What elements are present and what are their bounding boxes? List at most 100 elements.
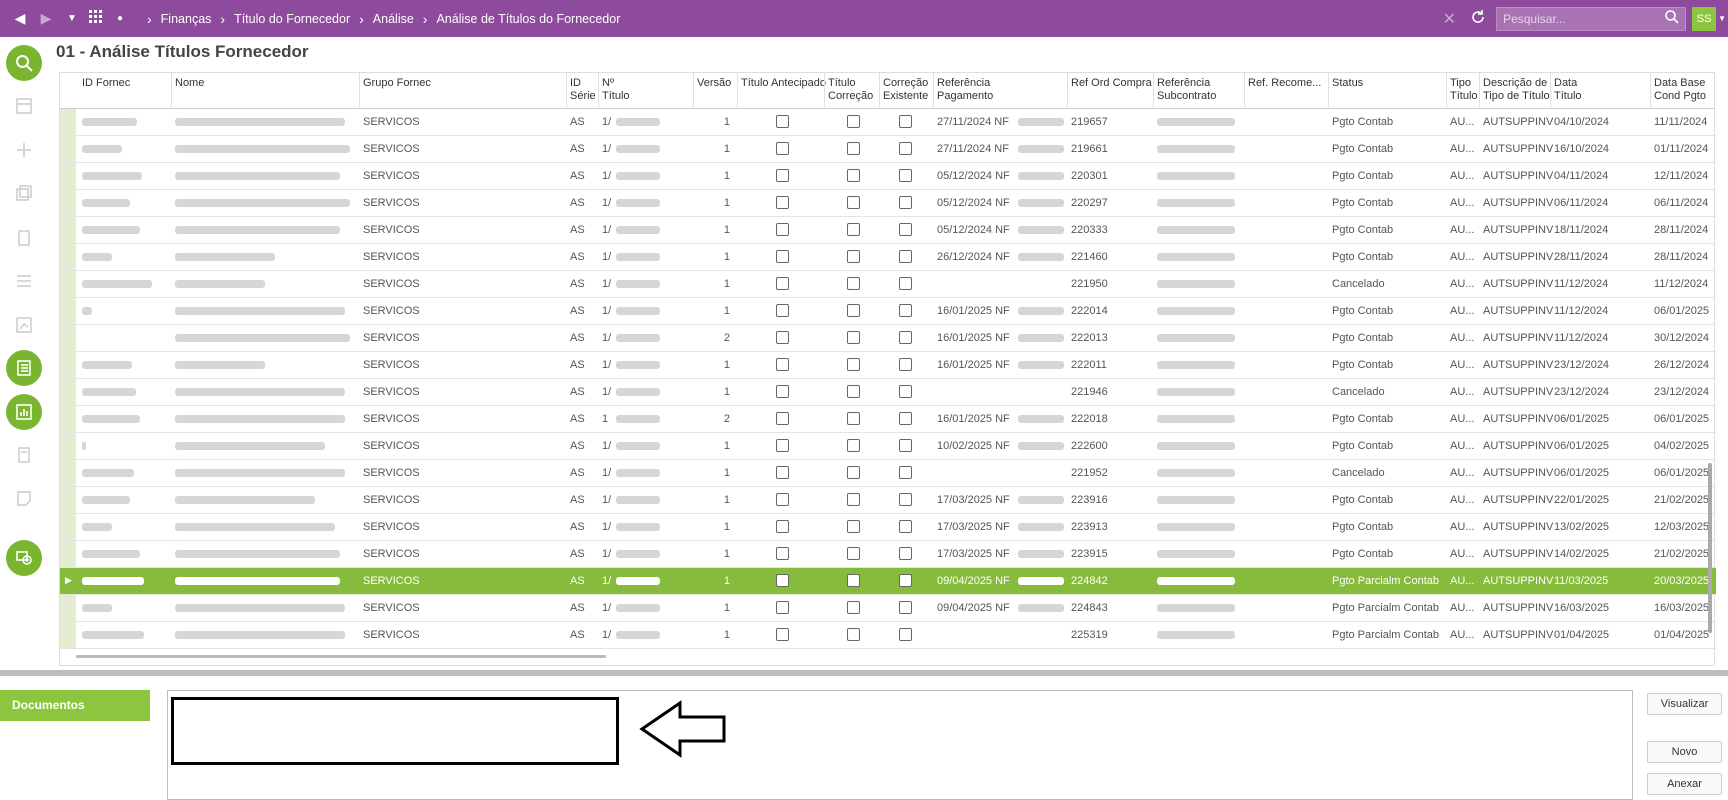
- delete-icon[interactable]: [8, 222, 40, 254]
- table-row[interactable]: SERVICOS AS 1/05/12/2024 NF 220297 Pgto Cont…: [60, 190, 1716, 217]
- column-header[interactable]: Descrição de Tipo de Título: [1483, 77, 1550, 103]
- version-cell[interactable]: 1: [710, 170, 730, 182]
- search-icon[interactable]: [6, 45, 42, 81]
- column-separator[interactable]: [1328, 73, 1329, 109]
- series-cell[interactable]: AS: [570, 197, 585, 209]
- column-separator[interactable]: [824, 73, 825, 109]
- table-row[interactable]: SERVICOS AS 1/09/04/2025 NF 224843 Pgto Parc…: [60, 595, 1716, 622]
- prepaid-invoice-checkbox[interactable]: [776, 628, 789, 641]
- existing-correction-checkbox[interactable]: [899, 223, 912, 236]
- horizontal-scrollbar[interactable]: [76, 655, 606, 658]
- column-header[interactable]: ID Fornec: [82, 77, 130, 90]
- existing-correction-checkbox[interactable]: [899, 574, 912, 587]
- column-header[interactable]: Referência Pagamento: [937, 77, 993, 103]
- invoice-date-cell[interactable]: 28/11/2024: [1554, 251, 1608, 263]
- version-cell[interactable]: 1: [710, 467, 730, 479]
- prepaid-invoice-checkbox[interactable]: [776, 601, 789, 614]
- invoice-type-description-cell[interactable]: AUTSUPPINV: [1483, 116, 1553, 128]
- invoice-date-cell[interactable]: 06/01/2025: [1554, 440, 1609, 452]
- correction-invoice-checkbox[interactable]: [847, 115, 860, 128]
- table-row[interactable]: SERVICOS AS 1/10/02/2025 NF 222600 Pgto Cont…: [60, 433, 1716, 460]
- correction-invoice-checkbox[interactable]: [847, 277, 860, 290]
- version-cell[interactable]: 1: [710, 197, 730, 209]
- close-icon[interactable]: ✕: [1443, 9, 1456, 29]
- version-cell[interactable]: 1: [710, 305, 730, 317]
- existing-correction-checkbox[interactable]: [899, 385, 912, 398]
- invoice-number-cell[interactable]: 1/: [602, 386, 611, 398]
- details-list-icon[interactable]: [6, 350, 42, 386]
- invoice-number-cell[interactable]: 1/: [602, 359, 611, 371]
- version-cell[interactable]: 1: [710, 629, 730, 641]
- status-cell[interactable]: Pgto Contab: [1332, 332, 1393, 344]
- existing-correction-checkbox[interactable]: [899, 142, 912, 155]
- prepaid-invoice-checkbox[interactable]: [776, 142, 789, 155]
- series-cell[interactable]: AS: [570, 494, 585, 506]
- group-cell[interactable]: SERVICOS: [363, 548, 420, 560]
- invoice-type-description-cell[interactable]: AUTSUPPINV: [1483, 548, 1553, 560]
- prepaid-invoice-checkbox[interactable]: [776, 466, 789, 479]
- invoice-type-description-cell[interactable]: AUTSUPPINV: [1483, 575, 1553, 587]
- series-cell[interactable]: AS: [570, 440, 585, 452]
- status-cell[interactable]: Pgto Contab: [1332, 143, 1393, 155]
- correction-invoice-checkbox[interactable]: [847, 466, 860, 479]
- group-cell[interactable]: SERVICOS: [363, 413, 420, 425]
- payment-reference-cell[interactable]: 26/12/2024 NF: [937, 251, 1010, 263]
- table-row[interactable]: SERVICOS AS 1/17/03/2025 NF 223913 Pgto Cont…: [60, 514, 1716, 541]
- list-icon[interactable]: [8, 265, 40, 297]
- purchase-order-ref-cell[interactable]: 219661: [1071, 143, 1108, 155]
- payment-reference-cell[interactable]: 27/11/2024 NF: [937, 143, 1009, 155]
- column-header[interactable]: Tipo Título: [1450, 77, 1478, 103]
- invoice-type-cell[interactable]: AU...: [1450, 629, 1474, 641]
- invoice-type-cell[interactable]: AU...: [1450, 467, 1474, 479]
- version-cell[interactable]: 1: [710, 359, 730, 371]
- purchase-order-ref-cell[interactable]: 221952: [1071, 467, 1108, 479]
- column-header[interactable]: Nº Título: [602, 77, 630, 103]
- row-selector[interactable]: [60, 109, 76, 135]
- invoice-date-cell[interactable]: 14/02/2025: [1554, 548, 1609, 560]
- group-cell[interactable]: SERVICOS: [363, 170, 420, 182]
- existing-correction-checkbox[interactable]: [899, 547, 912, 560]
- prepaid-invoice-checkbox[interactable]: [776, 520, 789, 533]
- payment-reference-cell[interactable]: 16/01/2025 NF: [937, 332, 1010, 344]
- version-cell[interactable]: 2: [710, 413, 730, 425]
- group-cell[interactable]: SERVICOS: [363, 629, 420, 641]
- payment-base-date-cell[interactable]: 06/11/2024: [1654, 197, 1708, 209]
- series-cell[interactable]: AS: [570, 521, 585, 533]
- table-row[interactable]: SERVICOS AS 1/16/01/2025 NF 222014 Pgto Cont…: [60, 298, 1716, 325]
- chart-small-icon[interactable]: [8, 309, 40, 341]
- invoice-date-cell[interactable]: 13/02/2025: [1554, 521, 1609, 533]
- invoice-type-description-cell[interactable]: AUTSUPPINV: [1483, 440, 1553, 452]
- row-selector[interactable]: [60, 595, 76, 621]
- prepaid-invoice-checkbox[interactable]: [776, 277, 789, 290]
- group-cell[interactable]: SERVICOS: [363, 197, 420, 209]
- refresh-icon[interactable]: [1470, 9, 1486, 28]
- column-header[interactable]: Data Título: [1554, 77, 1582, 103]
- payment-base-date-cell[interactable]: 01/04/2025: [1654, 629, 1709, 641]
- row-selector[interactable]: [60, 325, 76, 351]
- series-cell[interactable]: AS: [570, 629, 585, 641]
- existing-correction-checkbox[interactable]: [899, 358, 912, 371]
- payment-base-date-cell[interactable]: 20/03/2025: [1654, 575, 1709, 587]
- row-selector[interactable]: [60, 487, 76, 513]
- table-row[interactable]: SERVICOS AS 1 16/01/2025 NF 222018 Pgto Conta…: [60, 406, 1716, 433]
- invoice-type-cell[interactable]: AU...: [1450, 575, 1474, 587]
- series-cell[interactable]: AS: [570, 278, 585, 290]
- invoice-type-description-cell[interactable]: AUTSUPPINV: [1483, 224, 1553, 236]
- invoice-type-cell[interactable]: AU...: [1450, 251, 1474, 263]
- column-separator[interactable]: [879, 73, 880, 109]
- group-cell[interactable]: SERVICOS: [363, 386, 420, 398]
- column-header[interactable]: Título Antecipado: [741, 77, 826, 90]
- table-row[interactable]: SERVICOS AS 1/221952 Cancelado AU... AUTSUPPI…: [60, 460, 1716, 487]
- invoice-number-cell[interactable]: 1/: [602, 143, 611, 155]
- table-row[interactable]: SERVICOS AS 1/16/01/2025 NF 222013 Pgto Cont…: [60, 325, 1716, 352]
- invoice-number-cell[interactable]: 1/: [602, 575, 611, 587]
- existing-correction-checkbox[interactable]: [899, 601, 912, 614]
- column-separator[interactable]: [598, 73, 599, 109]
- purchase-order-ref-cell[interactable]: 222011: [1071, 359, 1107, 371]
- invoice-number-cell[interactable]: 1/: [602, 224, 611, 236]
- version-cell[interactable]: 1: [710, 386, 730, 398]
- table-row[interactable]: SERVICOS AS 1/225319 Pgto Parcialm Contab AU…: [60, 622, 1716, 649]
- caret-down-icon[interactable]: ▼: [1718, 14, 1726, 23]
- row-selector[interactable]: [60, 271, 76, 297]
- series-cell[interactable]: AS: [570, 413, 585, 425]
